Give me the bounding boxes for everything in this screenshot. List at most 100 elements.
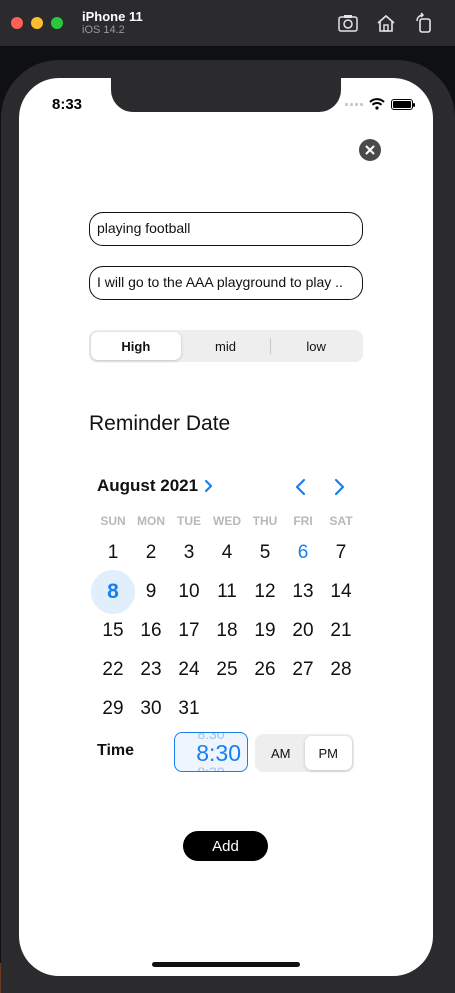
calendar-day-number: 29 xyxy=(102,697,124,719)
calendar-day[interactable]: 13 xyxy=(284,572,322,611)
reminder-date-title: Reminder Date xyxy=(89,412,231,435)
time-row: Time 8:30 8:30 8:30 AM PM xyxy=(97,732,359,772)
calendar-day-number: 22 xyxy=(102,658,124,680)
calendar-day-number: 28 xyxy=(330,658,352,680)
calendar-day[interactable]: 14 xyxy=(322,572,360,611)
status-indicators xyxy=(345,98,415,110)
simulator-title: iPhone 11 iOS 14.2 xyxy=(82,9,143,37)
simulator-tools xyxy=(337,12,435,34)
weekday-label: THU xyxy=(252,514,278,528)
time-label: Time xyxy=(97,742,135,759)
calendar-day-number: 31 xyxy=(178,697,200,719)
title-input[interactable]: playing football xyxy=(89,212,363,246)
cellular-signal-icon xyxy=(345,102,363,106)
calendar-day-number: 9 xyxy=(145,580,157,602)
wifi-icon xyxy=(369,98,385,110)
calendar-week-row: 22 23 24 25 26 27 28 xyxy=(94,650,360,689)
calendar-day[interactable]: 27 xyxy=(284,650,322,689)
time-picker-wheel[interactable]: 8:30 8:30 8:30 xyxy=(174,732,248,772)
calendar-week-row: 1 2 3 4 5 6 7 xyxy=(94,533,360,572)
description-input[interactable]: I will go to the AAA playground to play … xyxy=(89,266,363,300)
calendar-day[interactable]: 16 xyxy=(132,611,170,650)
screenshot-icon[interactable] xyxy=(337,12,359,34)
add-button[interactable]: Add xyxy=(183,831,268,861)
calendar-day[interactable]: 12 xyxy=(246,572,284,611)
calendar-day[interactable]: 24 xyxy=(170,650,208,689)
app-screen: 8:33 playing football I will go to the A… xyxy=(19,78,433,976)
close-window-button[interactable] xyxy=(11,17,23,29)
weekday-header: SUN MON TUE WED THU FRI SAT xyxy=(94,514,360,528)
calendar-day-number: 19 xyxy=(254,619,276,641)
close-button[interactable] xyxy=(359,139,381,161)
calendar-day[interactable]: 20 xyxy=(284,611,322,650)
os-version: iOS 14.2 xyxy=(82,24,125,37)
month-label: August 2021 xyxy=(97,476,199,495)
calendar-empty-cell xyxy=(322,689,360,728)
close-icon xyxy=(365,145,375,155)
pm-option[interactable]: PM xyxy=(304,736,352,770)
weekday-label: WED xyxy=(213,514,241,528)
calendar-day[interactable]: 8 xyxy=(91,570,135,614)
calendar-day[interactable]: 15 xyxy=(94,611,132,650)
calendar-day[interactable]: 29 xyxy=(94,689,132,728)
priority-option-high[interactable]: High xyxy=(91,332,181,360)
weekday-label: MON xyxy=(137,514,165,528)
weekday-label: SUN xyxy=(100,514,126,528)
calendar-day[interactable]: 4 xyxy=(208,533,246,572)
calendar-day-number: 2 xyxy=(145,541,157,563)
battery-icon xyxy=(391,98,415,110)
calendar-empty-cell xyxy=(246,689,284,728)
calendar-day[interactable]: 9 xyxy=(132,572,170,611)
calendar-day[interactable]: 6 xyxy=(284,533,322,572)
next-month-button[interactable] xyxy=(332,477,346,497)
calendar-day-number: 7 xyxy=(335,541,347,563)
calendar-day-number: 8 xyxy=(107,579,119,603)
calendar-day-number: 18 xyxy=(216,619,238,641)
weekday-label: SAT xyxy=(329,514,353,528)
status-time: 8:33 xyxy=(52,96,83,113)
calendar-day[interactable]: 11 xyxy=(208,572,246,611)
calendar-day-number: 11 xyxy=(217,580,237,602)
zoom-window-button[interactable] xyxy=(51,17,63,29)
home-indicator[interactable] xyxy=(152,962,300,967)
calendar-day[interactable]: 25 xyxy=(208,650,246,689)
calendar-day[interactable]: 1 xyxy=(94,533,132,572)
calendar-day[interactable]: 7 xyxy=(322,533,360,572)
calendar-day[interactable]: 17 xyxy=(170,611,208,650)
calendar-day[interactable]: 2 xyxy=(132,533,170,572)
calendar-day[interactable]: 28 xyxy=(322,650,360,689)
am-pm-segmented-control: AM PM xyxy=(255,734,354,772)
home-icon[interactable] xyxy=(375,12,397,34)
previous-month-button[interactable] xyxy=(294,477,308,497)
calendar-day[interactable]: 10 xyxy=(170,572,208,611)
priority-option-low[interactable]: low xyxy=(271,332,361,360)
calendar-day[interactable]: 31 xyxy=(170,689,208,728)
weekday-label: FRI xyxy=(293,514,313,528)
calendar-day-number: 24 xyxy=(178,658,200,680)
device-notch xyxy=(111,78,341,112)
minimize-window-button[interactable] xyxy=(31,17,43,29)
calendar-day-number: 14 xyxy=(330,580,352,602)
priority-option-mid[interactable]: mid xyxy=(181,332,271,360)
am-option[interactable]: AM xyxy=(257,736,305,770)
calendar-day[interactable]: 19 xyxy=(246,611,284,650)
calendar-day[interactable]: 22 xyxy=(94,650,132,689)
month-year-picker-toggle[interactable]: August 2021 xyxy=(97,476,214,496)
calendar-day-number: 3 xyxy=(183,541,195,563)
calendar-empty-cell xyxy=(208,689,246,728)
calendar-day-number: 4 xyxy=(221,541,233,563)
calendar-day[interactable]: 21 xyxy=(322,611,360,650)
calendar-day[interactable]: 26 xyxy=(246,650,284,689)
calendar-day[interactable]: 5 xyxy=(246,533,284,572)
calendar-day-number: 16 xyxy=(140,619,162,641)
calendar-week-row: 8 9 10 11 12 13 14 xyxy=(91,570,360,614)
calendar-day[interactable]: 18 xyxy=(208,611,246,650)
weekday-label: TUE xyxy=(177,514,201,528)
calendar-week-row: 15 16 17 18 19 20 21 xyxy=(94,611,360,650)
priority-segmented-control: High mid low xyxy=(89,330,363,362)
calendar-day[interactable]: 30 xyxy=(132,689,170,728)
calendar-day[interactable]: 3 xyxy=(170,533,208,572)
calendar-day-number: 27 xyxy=(292,658,314,680)
calendar-day[interactable]: 23 xyxy=(132,650,170,689)
rotate-icon[interactable] xyxy=(413,12,435,34)
